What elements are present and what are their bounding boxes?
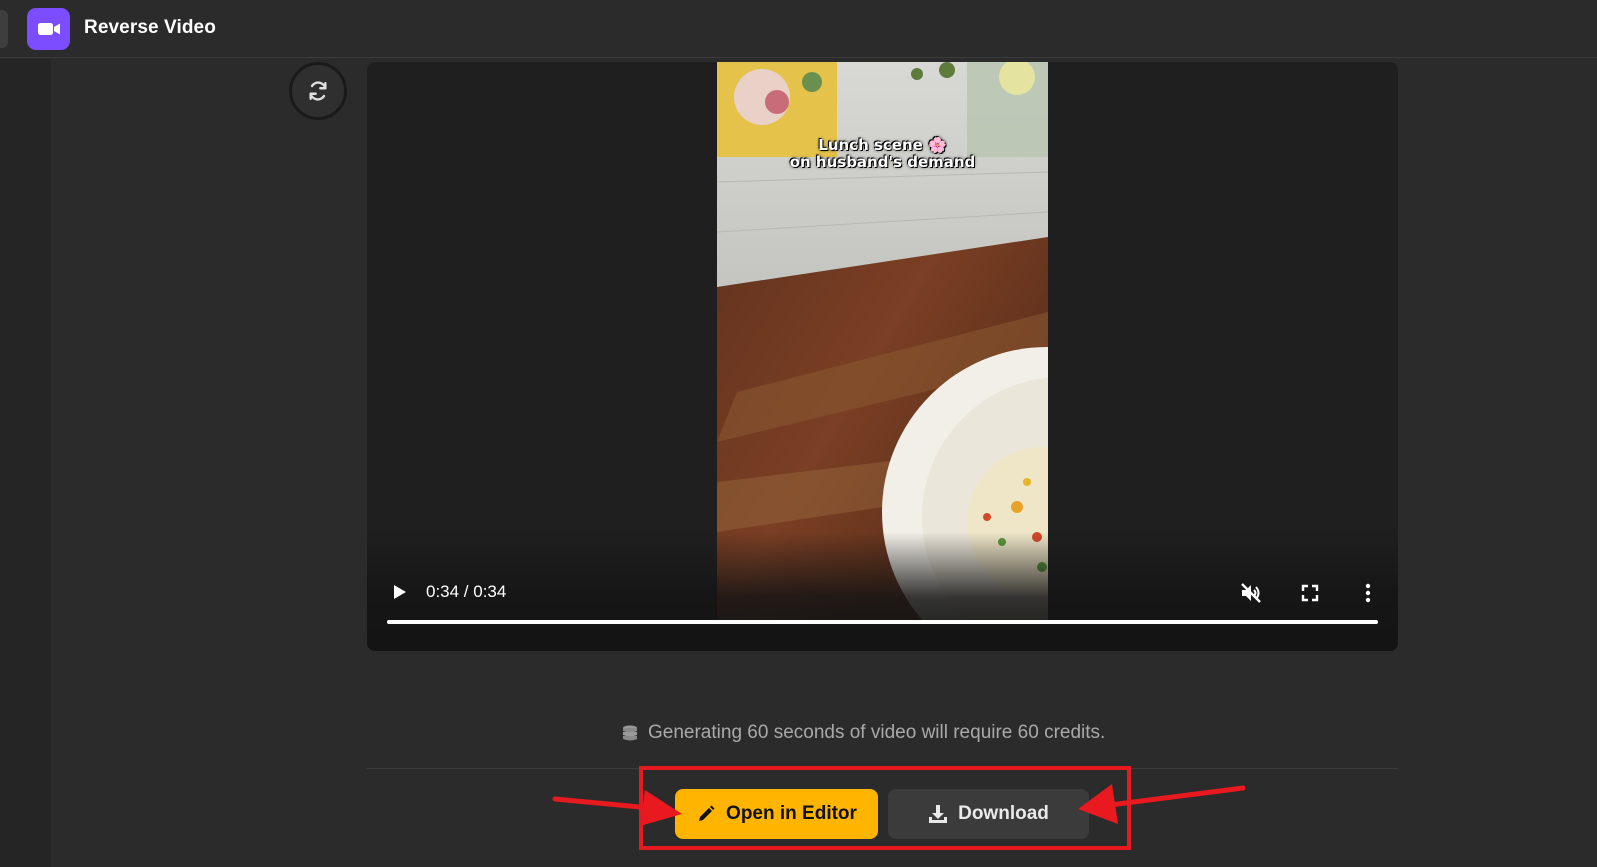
download-label: Download (958, 803, 1049, 824)
more-options-button[interactable] (1360, 582, 1376, 604)
play-button[interactable] (389, 582, 409, 602)
download-icon (929, 805, 948, 823)
top-bar: Reverse Video (0, 0, 1597, 58)
sidebar (0, 59, 51, 867)
caption-line-1: Lunch scene 🌸 (818, 136, 947, 154)
credits-notice: Generating 60 seconds of video will requ… (620, 722, 1105, 744)
mute-button[interactable] (1239, 581, 1263, 605)
muted-speaker-icon (1241, 583, 1261, 603)
video-caption: Lunch scene 🌸 on husband's demand (717, 137, 1048, 171)
open-in-editor-label: Open in Editor (726, 803, 857, 824)
coins-icon (623, 725, 637, 741)
app-title: Reverse Video (84, 17, 216, 38)
sidebar-toggle-tab[interactable] (0, 10, 8, 48)
refresh-icon (309, 81, 327, 101)
play-icon (394, 585, 406, 599)
video-camera-icon (27, 8, 70, 50)
progress-bar[interactable] (387, 620, 1378, 624)
fullscreen-button[interactable] (1299, 582, 1321, 604)
download-button[interactable]: Download (888, 789, 1089, 839)
open-in-editor-button[interactable]: Open in Editor (675, 789, 878, 839)
more-vertical-icon (1365, 583, 1371, 603)
time-display: 0:34 / 0:34 (426, 582, 507, 601)
refresh-button[interactable] (289, 62, 347, 120)
caption-line-2: on husband's demand (789, 153, 976, 171)
progress-fill (387, 620, 1378, 624)
pencil-icon (699, 805, 715, 821)
fullscreen-icon (1301, 584, 1319, 602)
credits-text: Generating 60 seconds of video will requ… (648, 722, 1106, 743)
video-player[interactable]: Lunch scene 🌸 on husband's demand 0:34 /… (367, 62, 1398, 651)
